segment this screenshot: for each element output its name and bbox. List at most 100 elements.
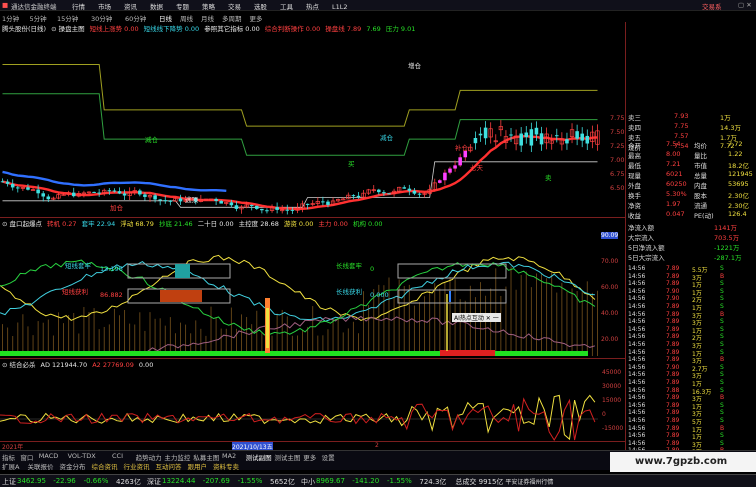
candle-body [519,133,523,146]
stat-label: 流通 [694,202,707,210]
menu-3[interactable]: 数据 [150,3,163,11]
stat-value: 6021 [666,170,683,178]
info-tab[interactable]: 关联报价 [28,461,54,471]
indicator-panel[interactable]: ⊙ 盘口起爆点 转机 0.27 套牢 22.94 浮动 68.79 抄底 21.46 二十… [0,218,625,358]
tick-row: 14:56 7.89 5万 S [628,417,756,426]
tick-side: S [720,371,724,379]
tick-side: B [720,272,725,280]
indicator-tab[interactable]: VOL-TDX [68,452,96,460]
menu-9[interactable]: 热点 [306,3,319,11]
tick-row: 14:567.891万S [628,379,756,388]
index-name[interactable]: 上证 [2,477,16,487]
stat-row: 最低 7.21 市值 18.2亿 [628,160,756,170]
tick-side: S [720,439,724,447]
price-tick: 6.50 [610,184,625,192]
stat-value: 121945 [728,170,753,178]
tick-time: 14:56 [628,439,646,447]
indicator-tick: 90.09 [601,232,619,239]
main-chart-panel[interactable]: 腾头股份(日线) ⊙ 操盘主图 短线上涨势 0.00 短线线下降势 0.00 参照其它指… [0,22,625,217]
candle-body [158,199,162,201]
info-tab[interactable]: 扩展A [2,461,19,471]
ad-chart[interactable] [0,369,598,441]
time-axis: 2021年 2021/10/13五 2 [0,441,625,451]
tick-side: S [720,287,724,295]
tick-time: 14:56 [628,272,646,280]
candle-body [453,165,457,169]
indicator-tab[interactable]: CCI [112,452,123,460]
indicator-tab[interactable]: 测试副图 [246,452,272,462]
candlestick-chart[interactable] [0,32,600,217]
tick-price: 7.89 [666,394,680,402]
indicator-tab[interactable]: MACD [39,452,58,460]
tick-price: 7.89 [666,401,680,409]
candle-body [438,180,442,183]
main-menu: 行情 市场 资讯 数据 专题 策略 交易 选股 工具 热点 L1L2 [72,1,361,11]
menu-8[interactable]: 工具 [280,3,293,11]
candle-body [214,199,218,201]
index-name[interactable]: 中小 [301,477,315,487]
menu-10[interactable]: L1L2 [332,3,348,11]
indicator-tab[interactable]: 设置 [322,452,335,462]
indicator-chart[interactable] [0,228,600,356]
flow-label: 净流入额 [628,224,654,232]
signal-label: 逃顶 [185,196,198,204]
indicator-tick: 60.00 [601,284,619,291]
tick-row: 14:567.891万S [628,280,756,289]
stat-label: 现量 [628,172,641,180]
ai-tooltip[interactable]: AI热点互动 ✕ 一 [452,313,501,322]
candle-body [509,134,513,136]
info-tab[interactable]: 跟用户 [188,461,208,471]
ad-panel[interactable]: ⊙ 结合必杀 AD 121944.70 A2 27769.09 0.00 45000 3… [0,359,625,441]
info-tab[interactable]: 行业资讯 [124,461,150,471]
tick-price: 7.89 [666,409,680,417]
tick-side: S [720,318,724,326]
index-percent: -1.55% [237,477,263,485]
candle-body [407,188,412,191]
stat-label: 内盘 [694,182,707,190]
trade-button[interactable]: 交易系 [702,1,722,11]
info-tab[interactable]: 资料专卖 [213,461,239,471]
menu-6[interactable]: 交易 [228,3,241,11]
menu-7[interactable]: 选股 [254,3,267,11]
menu-0[interactable]: 行情 [72,3,85,11]
flow-value: -1221万 [714,244,740,252]
tick-price: 7.89 [666,348,680,356]
tick-price: 7.90 [666,363,680,371]
menu-1[interactable]: 市场 [98,3,111,11]
menu-5[interactable]: 策略 [202,3,215,11]
window-controls-icon[interactable]: ▢ ✕ [738,1,752,9]
tick-row: 14:56 7.89 3万 S [628,439,756,449]
index-amount: 5652亿 [270,478,295,486]
indicator-value-2: 0.00 [138,361,154,369]
menu-4[interactable]: 专题 [176,3,189,11]
stat-label: 净资 [628,202,641,210]
tick-price: 7.88 [666,386,680,394]
indicator-label: 短线获利 [62,288,88,296]
ad-tick: 15000 [602,397,622,404]
info-tab[interactable]: 互动问答 [156,461,182,471]
indicator-tab[interactable]: 测试主图 [274,452,300,462]
indicator-tab[interactable]: MA2 [222,452,236,460]
candle-body [356,195,361,198]
candle-body [417,193,422,195]
candle-body [168,200,173,202]
index-name[interactable]: 深证 [147,477,161,487]
tick-time: 14:56 [628,432,646,440]
stat-label: 最高 [628,152,641,160]
tick-side: S [720,417,724,424]
app-title: 通达信金融终端 [11,3,57,11]
signal-label: 减仓 [145,136,158,144]
signal-label: 减仓 [380,134,393,142]
red-ma-line [2,134,598,211]
tick-row: 14:567.891万S [628,348,756,358]
info-tab[interactable]: 综合资讯 [92,461,118,471]
candle-body [305,203,310,205]
info-tab[interactable]: 资金分布 [60,461,86,471]
tick-side: S [720,325,724,333]
menu-2[interactable]: 资讯 [124,3,137,11]
indicator-tab[interactable]: 更多 [303,452,316,462]
tick-row: 14:56 7.89 3万 S [628,371,756,380]
signal-label: 卖 [545,174,552,182]
tick-row: 14:56 7.90 2.7万 S [628,363,756,373]
green-base-bar [0,351,588,356]
